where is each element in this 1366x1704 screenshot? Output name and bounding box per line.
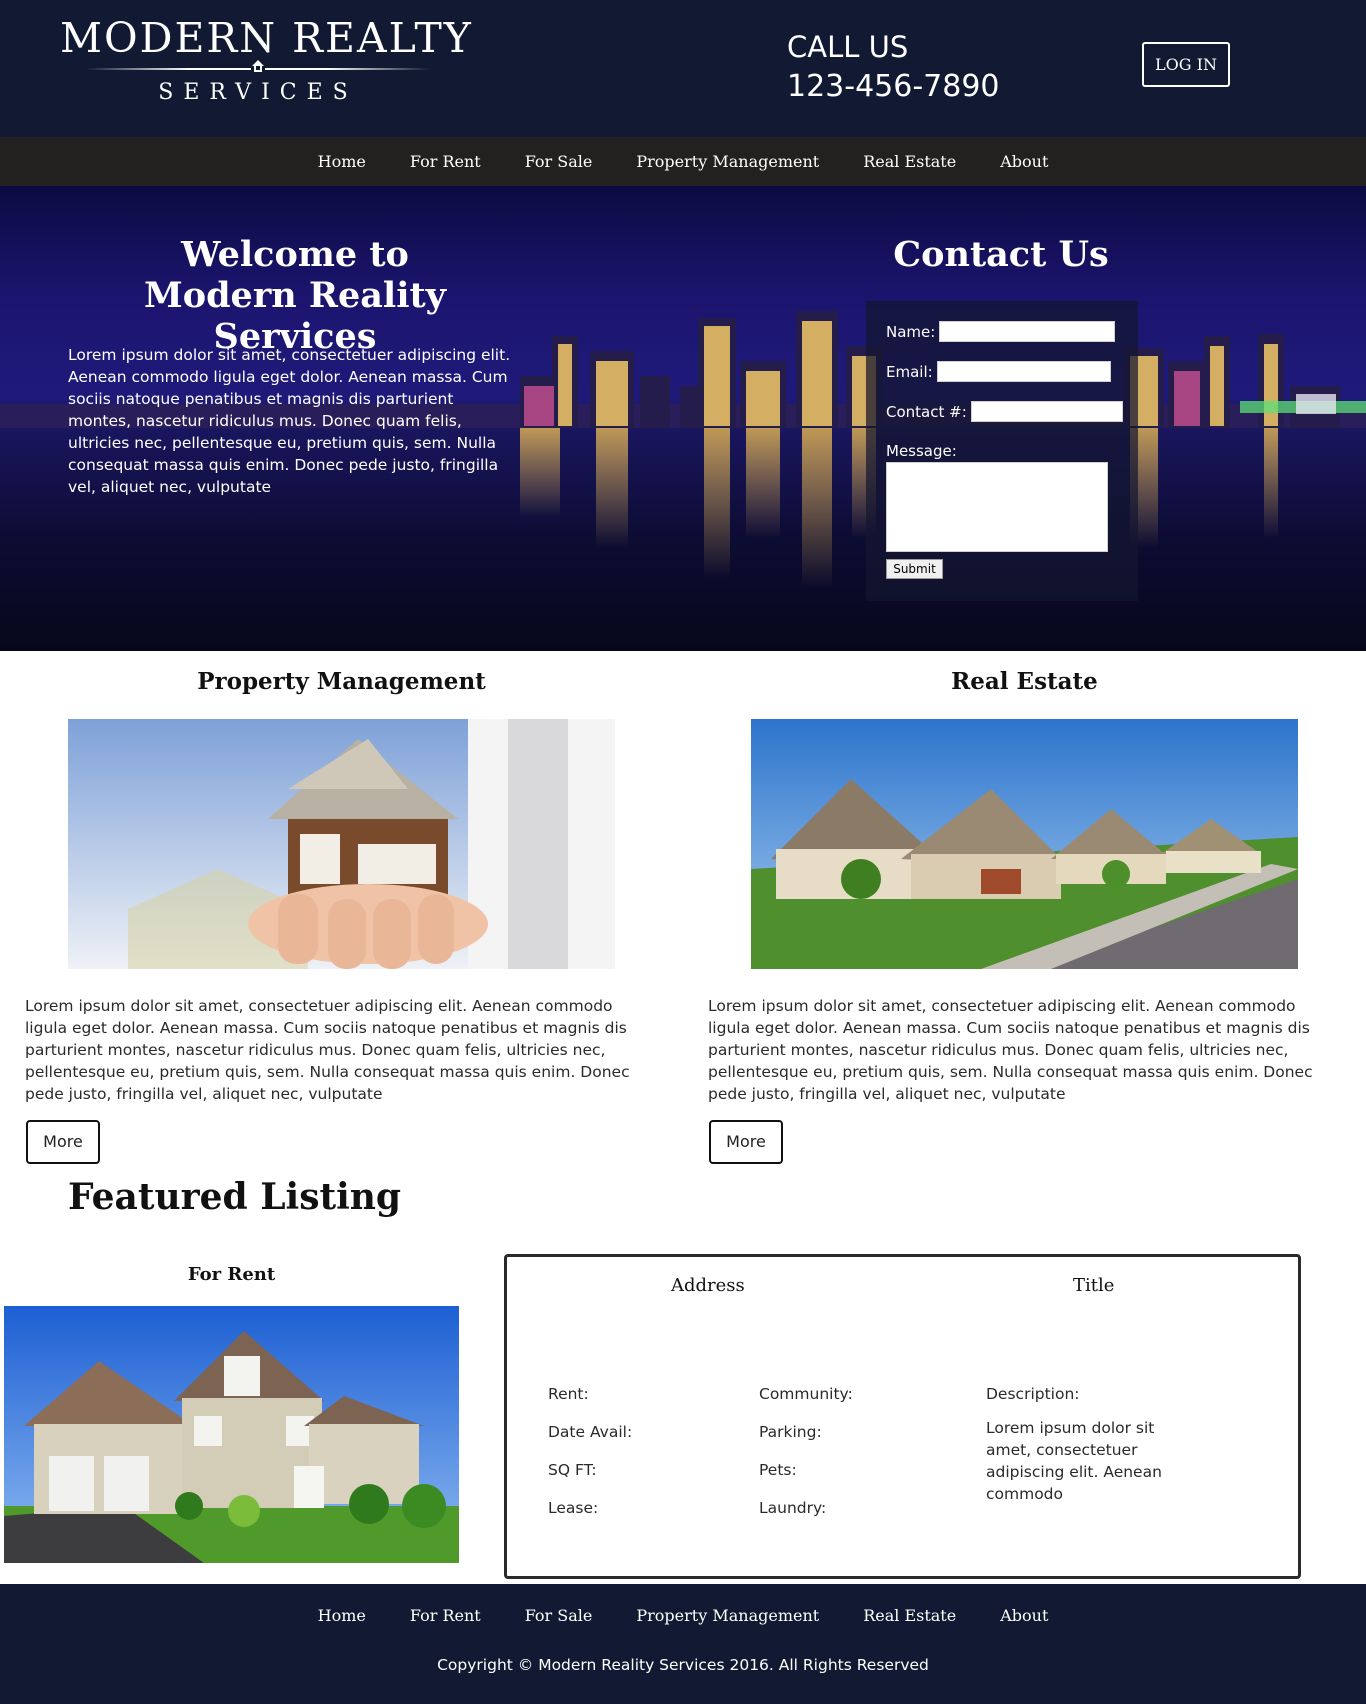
real-estate-more-button[interactable]: More: [709, 1120, 783, 1164]
for-rent-heading: For Rent: [187, 1264, 276, 1285]
submit-button[interactable]: Submit: [886, 559, 943, 579]
contact-number-row: Contact #:: [886, 401, 1123, 422]
footer-nav-property-management[interactable]: Property Management: [614, 1606, 841, 1625]
logo-title: MODERN REALTY: [60, 14, 473, 62]
welcome-text: Lorem ipsum dolor sit amet, consectetuer…: [68, 346, 511, 496]
welcome-line-1: Welcome to: [181, 234, 409, 275]
welcome-heading: Welcome to Modern Reality Services: [60, 234, 530, 357]
nav-item-real-estate[interactable]: Real Estate: [841, 152, 978, 171]
message-row: Message:: [886, 441, 957, 460]
email-field[interactable]: [936, 361, 1111, 382]
hero-banner: Welcome to Modern Reality Services Lorem…: [0, 186, 1366, 651]
nav-item-for-sale[interactable]: For Sale: [503, 152, 615, 171]
parking-label: Parking:: [759, 1423, 822, 1441]
email-row: Email:: [886, 361, 1111, 382]
description-label: Description:: [986, 1385, 1080, 1403]
email-label: Email:: [886, 362, 933, 381]
site-logo[interactable]: MODERN REALTY SERVICES: [58, 14, 473, 114]
for-rent-image[interactable]: [4, 1306, 459, 1563]
site-header: MODERN REALTY SERVICES CALL US 123-456-7…: [0, 0, 1366, 137]
copyright-text: Copyright © Modern Reality Services 2016…: [437, 1656, 929, 1674]
real-estate-image: [751, 719, 1298, 969]
nav-item-about[interactable]: About: [978, 152, 1070, 171]
property-management-heading: Property Management: [197, 668, 486, 695]
real-estate-heading: Real Estate: [951, 668, 1098, 695]
laundry-label: Laundry:: [759, 1499, 827, 1517]
name-row: Name:: [886, 321, 1116, 342]
featured-listing-heading: Featured Listing: [68, 1176, 402, 1218]
description-text: Lorem ipsum dolor sit amet, consectetuer…: [986, 1419, 1162, 1503]
lease-label: Lease:: [548, 1499, 599, 1517]
listing-details-card: Address Title Rent: Date Avail: SQ FT: L…: [504, 1254, 1301, 1579]
rental-house-image: [4, 1306, 459, 1563]
footer-nav: Home For Rent For Sale Property Manageme…: [296, 1606, 1071, 1625]
contact-form: Name: Email: Contact #: Message: Submit: [866, 301, 1138, 601]
footer-nav-about[interactable]: About: [978, 1606, 1070, 1625]
main-nav: Home For Rent For Sale Property Manageme…: [0, 137, 1366, 186]
footer-nav-for-rent[interactable]: For Rent: [388, 1606, 503, 1625]
message-label: Message:: [886, 441, 957, 460]
nav-item-property-management[interactable]: Property Management: [614, 152, 841, 171]
contact-heading: Contact Us: [893, 234, 1109, 275]
name-field[interactable]: [939, 321, 1116, 342]
name-label: Name:: [886, 322, 936, 341]
community-label: Community:: [759, 1385, 853, 1403]
title-heading: Title: [1073, 1275, 1115, 1296]
contact-number-field[interactable]: [970, 401, 1123, 422]
sqft-label: SQ FT:: [548, 1461, 597, 1479]
property-management-more-button[interactable]: More: [26, 1120, 100, 1164]
rent-label: Rent:: [548, 1385, 589, 1403]
footer-nav-real-estate[interactable]: Real Estate: [841, 1606, 978, 1625]
footer-nav-for-sale[interactable]: For Sale: [503, 1606, 615, 1625]
property-management-text: Lorem ipsum dolor sit amet, consectetuer…: [25, 997, 630, 1103]
nav-item-home[interactable]: Home: [296, 152, 388, 171]
contact-number-label: Contact #:: [886, 402, 967, 421]
house-model-in-hand-image: [68, 719, 615, 969]
message-textarea[interactable]: [886, 462, 1108, 552]
site-footer: Home For Rent For Sale Property Manageme…: [0, 1584, 1366, 1704]
call-us-label: CALL US: [787, 30, 909, 64]
pets-label: Pets:: [759, 1461, 797, 1479]
logo-subtitle: SERVICES: [158, 80, 358, 105]
address-heading: Address: [671, 1275, 745, 1296]
login-button[interactable]: LOG IN: [1142, 42, 1230, 87]
nav-item-for-rent[interactable]: For Rent: [388, 152, 503, 171]
call-us-block: CALL US 123-456-7890: [787, 28, 1000, 108]
house-icon: [251, 60, 265, 75]
property-management-image: [68, 719, 615, 969]
phone-number[interactable]: 123-456-7890: [787, 66, 1000, 108]
real-estate-text: Lorem ipsum dolor sit amet, consectetuer…: [708, 997, 1313, 1103]
date-avail-label: Date Avail:: [548, 1423, 633, 1441]
footer-nav-home[interactable]: Home: [296, 1606, 388, 1625]
suburban-street-image: [751, 719, 1298, 969]
